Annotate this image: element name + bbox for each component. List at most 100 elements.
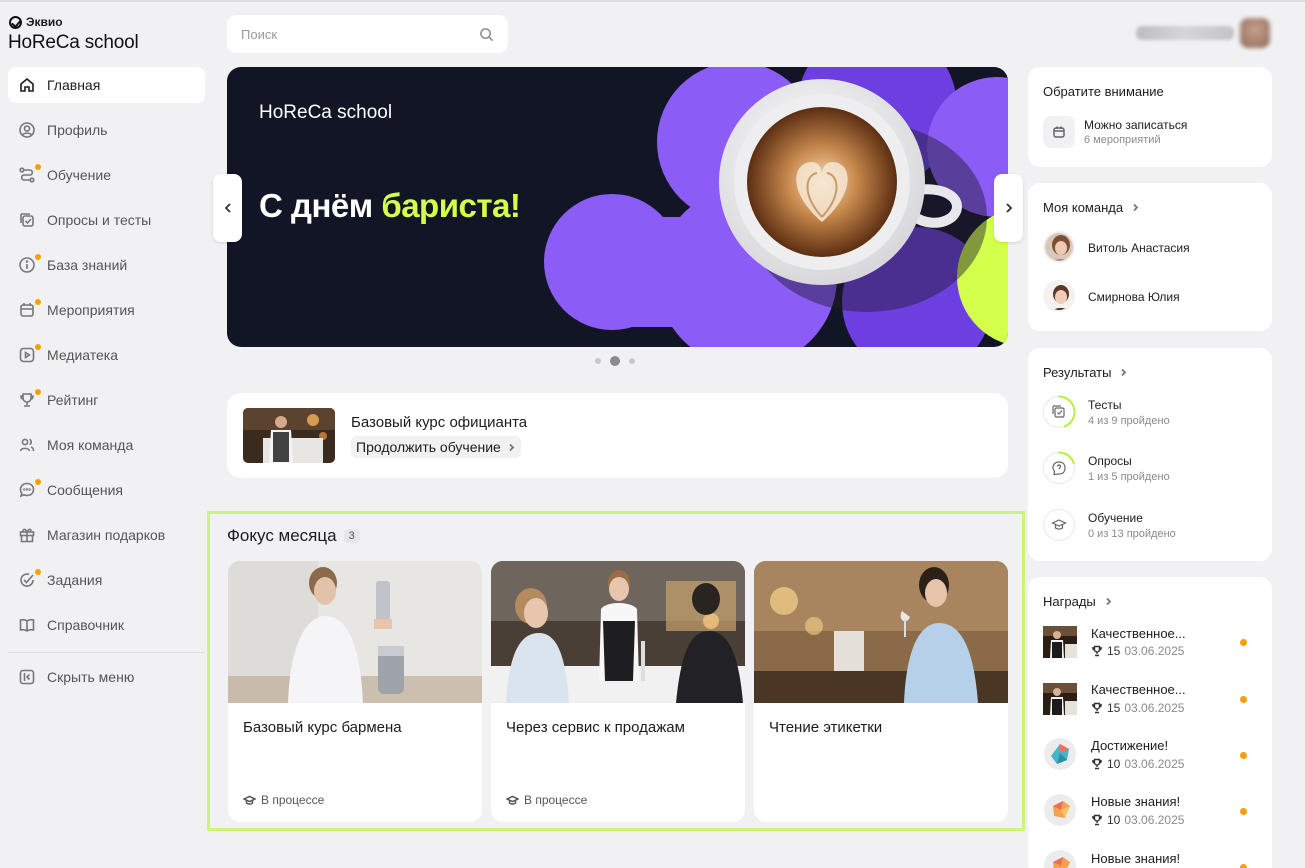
learning-progress-ring xyxy=(1042,508,1076,542)
sidebar-item-tasks[interactable]: Задания xyxy=(8,562,205,598)
focus-card-bartender[interactable]: Базовый курс бармена В процессе xyxy=(228,561,482,822)
sidebar-item-label: Сообщения xyxy=(47,482,123,498)
results-item-label[interactable]: Опросы xyxy=(1088,454,1132,468)
sidebar-item-label: Главная xyxy=(47,77,101,93)
hide-menu-button[interactable]: Скрыть меню xyxy=(8,659,205,695)
banner-prev-button[interactable] xyxy=(213,174,242,242)
notification-dot xyxy=(35,389,41,395)
focus-card-label-reading[interactable]: Чтение этикетки xyxy=(754,561,1008,822)
sidebar-item-gift-shop[interactable]: Магазин подарков xyxy=(8,517,205,553)
sidebar-item-tests[interactable]: Опросы и тесты xyxy=(8,202,205,238)
award-title[interactable]: Качественное... xyxy=(1091,626,1186,641)
sidebar-item-learning[interactable]: Обучение xyxy=(8,157,205,193)
award-meta: 10 03.06.2025 xyxy=(1091,813,1184,827)
notification-dot xyxy=(35,299,41,305)
award-meta: 15 03.06.2025 xyxy=(1091,701,1184,715)
sidebar-item-team[interactable]: Моя команда xyxy=(8,427,205,463)
award-date: 03.06.2025 xyxy=(1124,757,1185,771)
team-header[interactable]: Моя команда xyxy=(1043,200,1140,215)
sidebar-item-messages[interactable]: Сообщения xyxy=(8,472,205,508)
surveys-progress-ring xyxy=(1042,451,1076,485)
trophy-icon xyxy=(1092,702,1102,714)
sidebar-item-handbook[interactable]: Справочник xyxy=(8,607,205,643)
status-badge: В процессе xyxy=(243,793,324,807)
team-icon xyxy=(18,436,36,454)
award-title[interactable]: Новые знания! xyxy=(1091,851,1180,866)
attention-item-title[interactable]: Можно записаться xyxy=(1084,118,1187,132)
play-icon xyxy=(18,344,41,364)
award-title[interactable]: Достижение! xyxy=(1091,738,1168,753)
trophy-icon xyxy=(1092,814,1102,826)
search-input[interactable] xyxy=(241,26,479,42)
sidebar-item-events[interactable]: Мероприятия xyxy=(8,292,205,328)
continue-course-card[interactable]: Базовый курс официанта Продолжить обучен… xyxy=(227,393,1008,478)
chevron-left-icon xyxy=(224,203,231,213)
unread-dot xyxy=(1240,808,1247,815)
my-team-card: Моя команда Витоль Анастасия Смирнова Юл… xyxy=(1028,183,1272,331)
status-badge: В процессе xyxy=(506,793,587,807)
award-points: 10 xyxy=(1107,813,1121,827)
user-menu[interactable] xyxy=(1136,18,1270,48)
sidebar-item-rating[interactable]: Рейтинг xyxy=(8,382,205,418)
trophy-icon xyxy=(1092,758,1102,770)
sidebar-item-label: Профиль xyxy=(47,122,108,138)
promo-banner[interactable]: HoReCa school С днём бариста! xyxy=(227,67,1008,347)
sidebar-item-label: Мероприятия xyxy=(47,302,135,318)
unread-dot xyxy=(1240,639,1247,646)
trophy-icon xyxy=(18,389,41,409)
sidebar-item-label: Обучение xyxy=(47,167,112,183)
pagination-dot-active[interactable] xyxy=(610,356,620,366)
results-item-label[interactable]: Обучение xyxy=(1088,511,1143,525)
brand-small-label: Эквио xyxy=(26,15,63,29)
sidebar-item-knowledge[interactable]: База знаний xyxy=(8,247,205,283)
focus-card-service-sales[interactable]: Через сервис к продажам В процессе xyxy=(491,561,745,822)
sidebar-item-profile[interactable]: Профиль xyxy=(8,112,205,148)
award-title[interactable]: Новые знания! xyxy=(1091,794,1180,809)
team-member-name[interactable]: Смирнова Юлия xyxy=(1088,290,1180,304)
pagination-dot[interactable] xyxy=(595,358,601,364)
results-header[interactable]: Результаты xyxy=(1043,365,1128,380)
notification-dot xyxy=(35,164,41,170)
awards-header[interactable]: Награды xyxy=(1043,594,1113,609)
graduation-cap-icon xyxy=(506,795,519,805)
pagination-dot[interactable] xyxy=(629,358,635,364)
tests-icon xyxy=(18,211,36,229)
brand-logo[interactable]: Эквио xyxy=(9,15,63,29)
search-icon[interactable] xyxy=(479,27,494,42)
results-item-label[interactable]: Тесты xyxy=(1088,398,1121,412)
brand-title[interactable]: HoReCa school xyxy=(8,32,139,54)
chevron-right-icon xyxy=(1106,597,1112,606)
chevron-right-icon xyxy=(1133,203,1139,212)
unread-dot xyxy=(1240,752,1247,759)
award-meta: 10 03.06.2025 xyxy=(1091,757,1184,771)
sidebar-item-home[interactable]: Главная xyxy=(8,67,205,103)
results-item-sub: 0 из 13 пройдено xyxy=(1088,528,1176,540)
team-member-name[interactable]: Витоль Анастасия xyxy=(1088,241,1190,255)
award-date: 03.06.2025 xyxy=(1124,701,1185,715)
results-item-sub: 4 из 9 пройдено xyxy=(1088,415,1170,427)
attention-card: Обратите внимание Можно записаться 6 мер… xyxy=(1028,67,1272,167)
award-meta: 15 03.06.2025 xyxy=(1091,644,1184,658)
notification-dot xyxy=(35,569,41,575)
task-icon xyxy=(18,569,41,589)
award-points: 15 xyxy=(1107,644,1121,658)
award-points: 10 xyxy=(1107,757,1121,771)
focus-card-title: Через сервис к продажам xyxy=(506,719,685,736)
results-card: Результаты Тесты 4 из 9 пройдено Опросы … xyxy=(1028,348,1272,561)
award-title[interactable]: Качественное... xyxy=(1091,682,1186,697)
notification-dot xyxy=(35,479,41,485)
search-bar xyxy=(227,15,508,53)
sidebar-item-media[interactable]: Медиатека xyxy=(8,337,205,373)
award-date: 03.06.2025 xyxy=(1124,813,1185,827)
continue-learning-button[interactable]: Продолжить обучение xyxy=(351,436,521,458)
results-item-sub: 1 из 5 пройдено xyxy=(1088,471,1170,483)
banner-next-button[interactable] xyxy=(994,174,1023,242)
focus-count-badge: 3 xyxy=(343,529,360,543)
award-image xyxy=(1043,626,1077,658)
book-icon xyxy=(18,616,36,634)
sidebar-item-label: Магазин подарков xyxy=(47,527,166,543)
sidebar-item-label: Медиатека xyxy=(47,347,119,363)
graduation-cap-icon xyxy=(243,795,256,805)
focus-of-month-section: Фокус месяца 3 Базовый курс бармена В пр… xyxy=(207,511,1025,831)
notification-dot xyxy=(35,254,41,260)
